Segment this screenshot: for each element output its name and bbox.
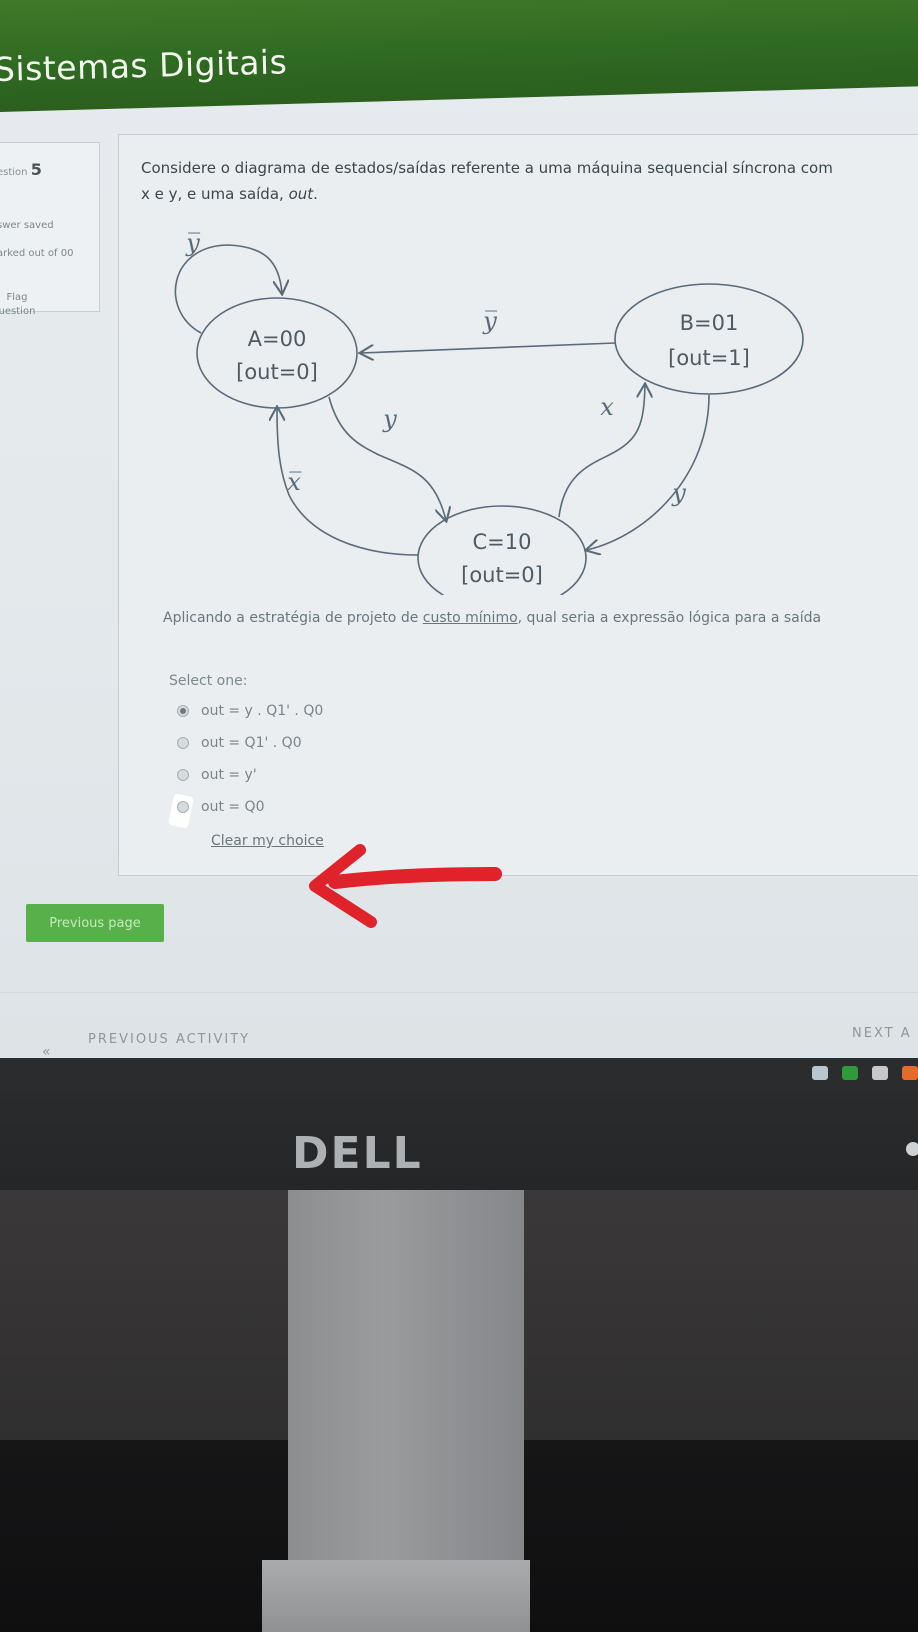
option-3-label[interactable]: out = y' [201, 767, 257, 783]
question-number-label: estion 5 [0, 160, 42, 180]
label-b-to-c: y [671, 479, 686, 507]
option-1[interactable]: out = y . Q1' . Q0 [177, 695, 323, 727]
answer-options: out = y . Q1' . Q0 out = Q1' . Q0 out = … [167, 695, 323, 829]
state-b [614, 283, 804, 395]
page-content: estion 5 swer saved arked out of 00 Flag… [0, 112, 918, 1065]
state-a-name: A=00 [248, 327, 307, 351]
state-b-name: B=01 [680, 311, 739, 335]
cloud-icon[interactable] [812, 1066, 828, 1080]
label-c-to-b: x [600, 393, 614, 421]
answer-status: swer saved [0, 220, 54, 231]
prompt-after: , qual seria a expressão lógica para a s… [517, 610, 822, 626]
question-prompt: Aplicando a estratégia de projeto de cus… [163, 610, 918, 626]
marked-out-of: arked out of 00 [0, 248, 74, 259]
monitor-bezel [0, 1092, 918, 1190]
state-a-output: [out=0] [236, 360, 318, 384]
select-one-label: Select one: [169, 673, 248, 689]
question-text-line2-suffix: . [313, 185, 318, 203]
state-c-output: [out=0] [461, 563, 543, 587]
prompt-underlined: custo mínimo [422, 610, 518, 626]
option-2-radio[interactable] [177, 737, 189, 749]
label-a-to-c: y [382, 405, 397, 433]
option-2-label[interactable]: out = Q1' . Q0 [201, 735, 302, 751]
option-3-radio[interactable] [177, 769, 189, 781]
option-1-label[interactable]: out = y . Q1' . Q0 [201, 703, 323, 719]
question-text-line2-prefix: x e y, e uma saída, [141, 185, 289, 203]
question-label: estion [0, 167, 28, 178]
power-button-icon[interactable] [906, 1142, 918, 1156]
controller-icon[interactable] [872, 1066, 888, 1080]
dell-logo: DELL [292, 1128, 423, 1179]
state-a [196, 297, 358, 409]
previous-page-button[interactable]: Previous page [26, 904, 164, 942]
monitor-screen: Sistemas Digitais estion 5 swer saved ar… [0, 0, 918, 1065]
state-b-output: [out=1] [668, 346, 750, 370]
question-info-block: estion 5 swer saved arked out of 00 Flag… [0, 142, 100, 317]
question-text-line1: Considere o diagrama de estados/saídas r… [141, 159, 833, 177]
label-b-to-a: y̅ [482, 307, 497, 335]
option-4-label[interactable]: out = Q0 [201, 799, 265, 815]
monitor-stand-base [262, 1560, 530, 1632]
label-c-to-a: x̅ [287, 468, 301, 496]
out-word: out [288, 185, 314, 203]
option-4[interactable]: out = Q0 [167, 791, 323, 829]
next-activity-link[interactable]: NEXT A [852, 1026, 912, 1041]
state-diagram: A=00 [out=0] B=01 [out=1] C=10 [out=0] y… [174, 229, 804, 595]
option-1-radio[interactable] [177, 705, 189, 717]
question-box: Considere o diagrama de estados/saídas r… [118, 134, 918, 876]
user-icon[interactable] [902, 1066, 918, 1080]
red-arrow-annotation [309, 844, 502, 928]
option-2[interactable]: out = Q1' . Q0 [177, 727, 323, 759]
transition-a-self [174, 244, 282, 334]
question-number: 5 [30, 160, 42, 179]
navigation-divider [0, 992, 918, 993]
option-3[interactable]: out = y' [177, 759, 323, 791]
app-icon[interactable] [842, 1066, 858, 1080]
question-text: Considere o diagrama de estados/saídas r… [141, 155, 918, 207]
previous-activity-link[interactable]: PREVIOUS ACTIVITY [88, 1032, 250, 1047]
monitor-stand-neck [288, 1190, 524, 1580]
flag-question-link[interactable]: Flag uestion [0, 291, 37, 319]
os-taskbar [0, 1058, 918, 1092]
course-title[interactable]: Sistemas Digitais [0, 42, 288, 89]
question-text-line2: x e y, e uma saída, out. [141, 181, 918, 207]
option-4-radio[interactable] [177, 801, 189, 813]
system-tray [812, 1066, 918, 1080]
prompt-before: Aplicando a estratégia de projeto de [163, 610, 423, 626]
label-a-self: y̅ [185, 229, 200, 257]
state-c-name: C=10 [473, 530, 532, 554]
transition-b-to-a [361, 342, 616, 353]
